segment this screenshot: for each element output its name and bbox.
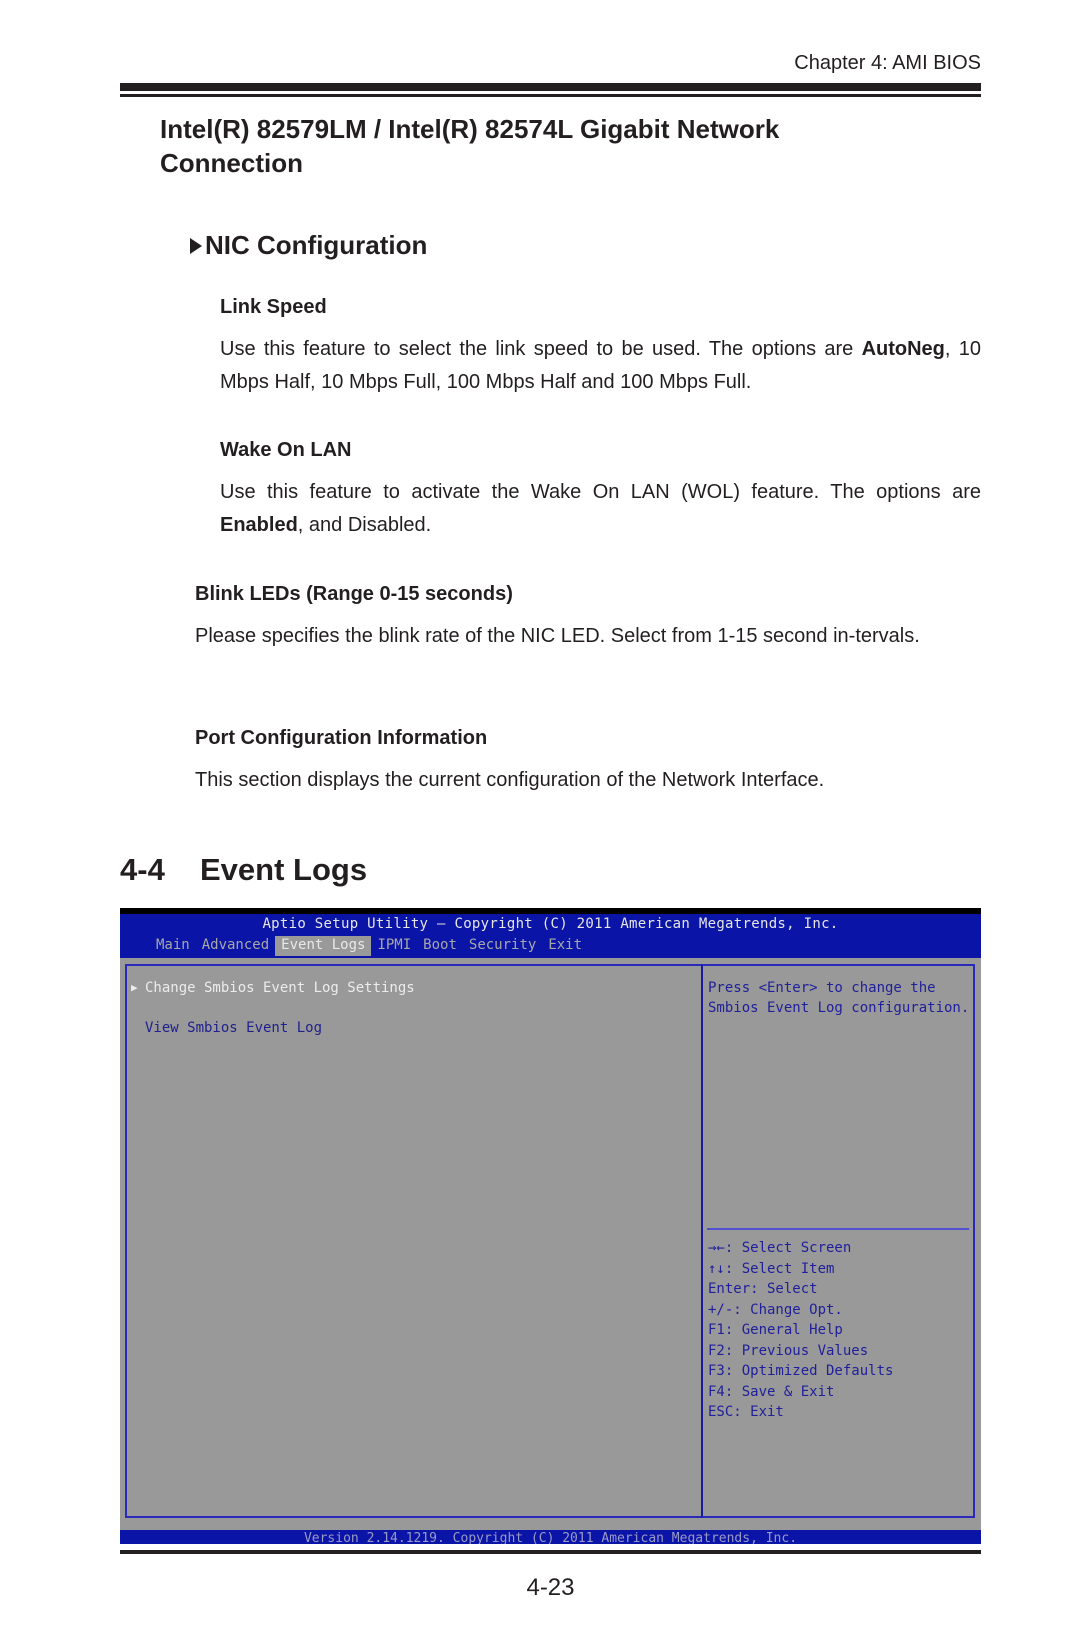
menu-item-view-smbios-log[interactable]: View Smbios Event Log: [145, 1018, 322, 1038]
key-f4: F4: Save & Exit: [708, 1383, 835, 1400]
menu-item-change-smbios-settings[interactable]: ▶ Change Smbios Event Log Settings: [131, 978, 415, 998]
event-logs-number: 4-4: [120, 852, 165, 887]
bios-menu-panel: ▶ Change Smbios Event Log Settings View …: [125, 964, 703, 1518]
key-f3: F3: Optimized Defaults: [708, 1363, 894, 1379]
bios-header: Aptio Setup Utility – Copyright (C) 2011…: [120, 914, 981, 958]
key-esc: ESC: Exit: [708, 1404, 784, 1420]
link-speed-description: Use this feature to select the link spee…: [220, 333, 981, 399]
help-line: Smbios Event Log configuration.: [708, 1000, 970, 1016]
link-speed-heading: Link Speed: [220, 296, 327, 318]
bios-help-panel: Press <Enter> to change the Smbios Event…: [701, 964, 975, 1518]
blink-leds-heading: Blink LEDs (Range 0-15 seconds): [195, 583, 513, 605]
key-change-opt: +/-: Change Opt.: [708, 1301, 843, 1318]
bios-version-text: Version 2.14.1219. Copyright (C) 2011 Am…: [303, 1531, 798, 1544]
bios-tab-boot[interactable]: Boot: [417, 936, 463, 956]
menu-item-label: Change Smbios Event Log Settings: [145, 980, 415, 996]
chapter-header: Chapter 4: AMI BIOS: [794, 52, 981, 74]
right-triangle-icon: [190, 237, 202, 254]
wake-on-lan-text-rest: , and Disabled.: [297, 514, 432, 536]
menu-item-label: View Smbios Event Log: [145, 1020, 323, 1036]
key-select-screen: →←: Select Screen: [708, 1240, 852, 1256]
bios-tab-advanced[interactable]: Advanced: [196, 936, 275, 956]
section-title: Intel(R) 82579LM / Intel(R) 82574L Gigab…: [160, 114, 780, 178]
bios-screenshot: Aptio Setup Utility – Copyright (C) 2011…: [120, 908, 981, 1544]
bios-tab-event-logs[interactable]: Event Logs: [275, 936, 372, 956]
nic-configuration-heading: NIC Configuration: [190, 230, 427, 261]
wake-on-lan-heading: Wake On LAN: [220, 439, 352, 461]
bios-tab-main[interactable]: Main: [150, 936, 196, 956]
port-config-description: This section displays the current config…: [195, 769, 825, 791]
wake-on-lan-description: Use this feature to activate the Wake On…: [220, 476, 981, 542]
submenu-arrow-icon: ▶: [131, 981, 138, 994]
key-legend: →←: Select Screen ↑↓: Select Item Enter:…: [708, 1238, 893, 1423]
key-select-item: ↑↓: Select Item: [708, 1260, 835, 1277]
link-speed-text: Use this feature to select the link spee…: [220, 338, 862, 360]
bios-footer: Version 2.14.1219. Copyright (C) 2011 Am…: [120, 1530, 981, 1544]
bios-title: Aptio Setup Utility – Copyright (C) 2011…: [262, 916, 839, 932]
wake-on-lan-default: Enabled: [220, 514, 298, 536]
key-f1: F1: General Help: [708, 1322, 843, 1338]
event-logs-title: Event Logs: [200, 852, 368, 887]
footer-rule: [120, 1550, 981, 1554]
port-config-heading: Port Configuration Information: [195, 727, 488, 749]
help-line: Press <Enter> to change the: [708, 980, 936, 996]
bios-tab-exit[interactable]: Exit: [542, 936, 588, 956]
key-f2: F2: Previous Values: [708, 1342, 869, 1359]
header-rule-thin: [120, 94, 981, 97]
help-text: Press <Enter> to change the Smbios Event…: [708, 978, 969, 1018]
help-divider: [707, 1228, 969, 1230]
bios-tab-security[interactable]: Security: [463, 936, 542, 956]
wake-on-lan-text: Use this feature to activate the Wake On…: [220, 481, 981, 503]
page-number: 4-23: [526, 1574, 575, 1601]
link-speed-default: AutoNeg: [861, 338, 945, 360]
header-rule-thick: [120, 83, 981, 91]
key-enter: Enter: Select: [708, 1281, 818, 1297]
bios-tab-bar: Main Advanced Event Logs IPMI Boot Secur…: [150, 936, 588, 956]
nic-configuration-title: NIC Configuration: [205, 230, 428, 260]
blink-leds-description: Please specifies the blink rate of the N…: [195, 625, 920, 647]
bios-tab-ipmi[interactable]: IPMI: [371, 936, 417, 956]
